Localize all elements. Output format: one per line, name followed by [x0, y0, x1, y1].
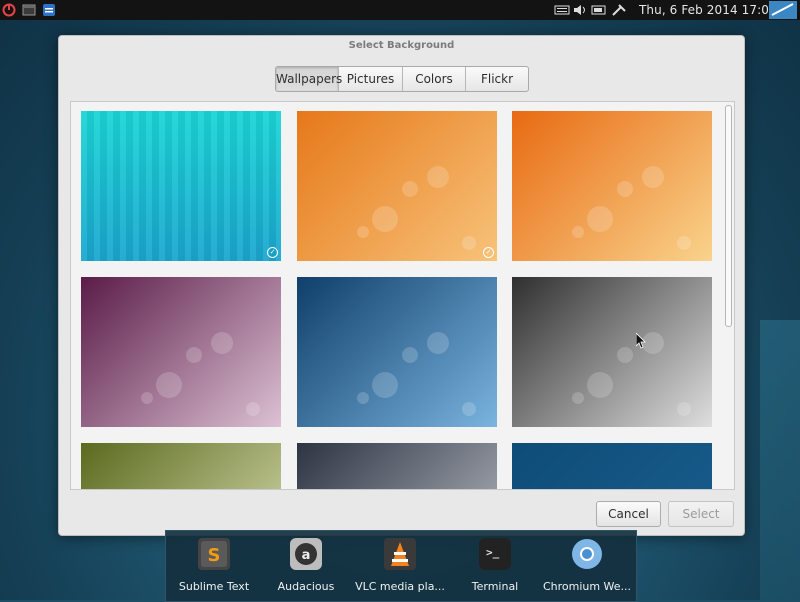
tab-colors[interactable]: Colors: [403, 67, 466, 91]
selected-check-icon: ✓: [267, 247, 278, 258]
dock-label: Sublime Text: [178, 580, 250, 593]
bokeh-decoration: [427, 332, 449, 354]
dock-item-sublime-text[interactable]: S Sublime Text: [168, 536, 260, 598]
bokeh-decoration: [357, 392, 369, 404]
bokeh-decoration: [677, 402, 691, 416]
dock-item-audacious[interactable]: a Audacious: [260, 536, 352, 598]
dock-label: Terminal: [471, 580, 519, 593]
bokeh-decoration: [587, 206, 613, 232]
selected-check-icon: ✓: [483, 247, 494, 258]
panel-clock[interactable]: Thu, 6 Feb 2014 17:07: [639, 3, 777, 17]
window-list-icon[interactable]: [22, 3, 36, 17]
keyboard-icon[interactable]: [554, 3, 570, 17]
wallpaper-grid: ✓ ✓: [70, 101, 735, 490]
bokeh-decoration: [141, 392, 153, 404]
bokeh-decoration: [572, 392, 584, 404]
select-button[interactable]: Select: [668, 501, 734, 527]
cancel-button[interactable]: Cancel: [596, 501, 661, 527]
top-panel: Thu, 6 Feb 2014 17:07: [0, 0, 800, 20]
bokeh-decoration: [211, 332, 233, 354]
wallpaper-thumb-blue-bokeh[interactable]: [297, 277, 497, 427]
bokeh-decoration: [587, 372, 613, 398]
bokeh-decoration: [402, 181, 418, 197]
dock-label: VLC media pla...: [355, 580, 445, 593]
wallpaper-thumb-purple-bokeh[interactable]: [81, 277, 281, 427]
wallpaper-thumb-orange-warm[interactable]: [512, 111, 712, 261]
wallpaper-shape: [760, 320, 800, 600]
bokeh-decoration: [186, 347, 202, 363]
dock: S Sublime Text a Audacious VLC media pla…: [165, 530, 637, 602]
network-icon[interactable]: [611, 3, 627, 17]
bokeh-decoration: [246, 402, 260, 416]
mouse-cursor-icon: [636, 333, 646, 349]
wallpaper-thumb-orange-bokeh[interactable]: ✓: [297, 111, 497, 261]
wallpaper-thumb-deep-blue[interactable]: [512, 443, 712, 489]
dialog-title: Select Background: [348, 40, 455, 51]
svg-text:a: a: [302, 548, 311, 563]
bokeh-decoration: [617, 181, 633, 197]
tab-pictures[interactable]: Pictures: [339, 67, 403, 91]
select-background-dialog: Select Background Wallpapers Pictures Co…: [58, 35, 745, 536]
scrollbar-thumb[interactable]: [725, 105, 732, 327]
bokeh-decoration: [427, 166, 449, 188]
bokeh-decoration: [462, 236, 476, 250]
bokeh-decoration: [677, 236, 691, 250]
battery-icon[interactable]: [591, 3, 607, 17]
dock-item-chromium[interactable]: Chromium We...: [541, 536, 633, 598]
sublime-text-icon: S: [198, 538, 230, 570]
svg-text:S: S: [208, 545, 221, 566]
bokeh-decoration: [462, 402, 476, 416]
source-tabs: Wallpapers Pictures Colors Flickr: [275, 66, 529, 92]
grid-scrollbar[interactable]: [724, 104, 732, 487]
bokeh-decoration: [642, 166, 664, 188]
wallpaper-thumb-olive[interactable]: [81, 443, 281, 489]
svg-text:>_: >_: [486, 546, 500, 559]
dock-label: Audacious: [277, 580, 335, 593]
terminal-icon: >_: [479, 538, 511, 570]
wallpaper-thumb-slate[interactable]: [297, 443, 497, 489]
wallpaper-thumb-cyan-streaks[interactable]: ✓: [81, 111, 281, 261]
tab-wallpapers[interactable]: Wallpapers: [276, 67, 342, 91]
dock-label: Chromium We...: [542, 580, 632, 593]
wallpaper-thumb-grey-bokeh[interactable]: [512, 277, 712, 427]
user-icon[interactable]: [769, 1, 797, 19]
volume-icon[interactable]: [572, 3, 588, 17]
files-icon[interactable]: [42, 3, 56, 17]
bokeh-decoration: [402, 347, 418, 363]
bokeh-decoration: [357, 226, 369, 238]
bokeh-decoration: [617, 347, 633, 363]
bokeh-decoration: [572, 226, 584, 238]
tab-flickr[interactable]: Flickr: [466, 67, 528, 91]
dock-item-terminal[interactable]: >_ Terminal: [449, 536, 541, 598]
bokeh-decoration: [372, 206, 398, 232]
audacious-icon: a: [290, 538, 322, 570]
power-menu-icon[interactable]: [2, 3, 16, 17]
bokeh-decoration: [372, 372, 398, 398]
dock-item-vlc[interactable]: VLC media pla...: [354, 536, 446, 598]
vlc-icon: [384, 538, 416, 570]
chromium-icon: [572, 539, 602, 569]
bokeh-decoration: [156, 372, 182, 398]
